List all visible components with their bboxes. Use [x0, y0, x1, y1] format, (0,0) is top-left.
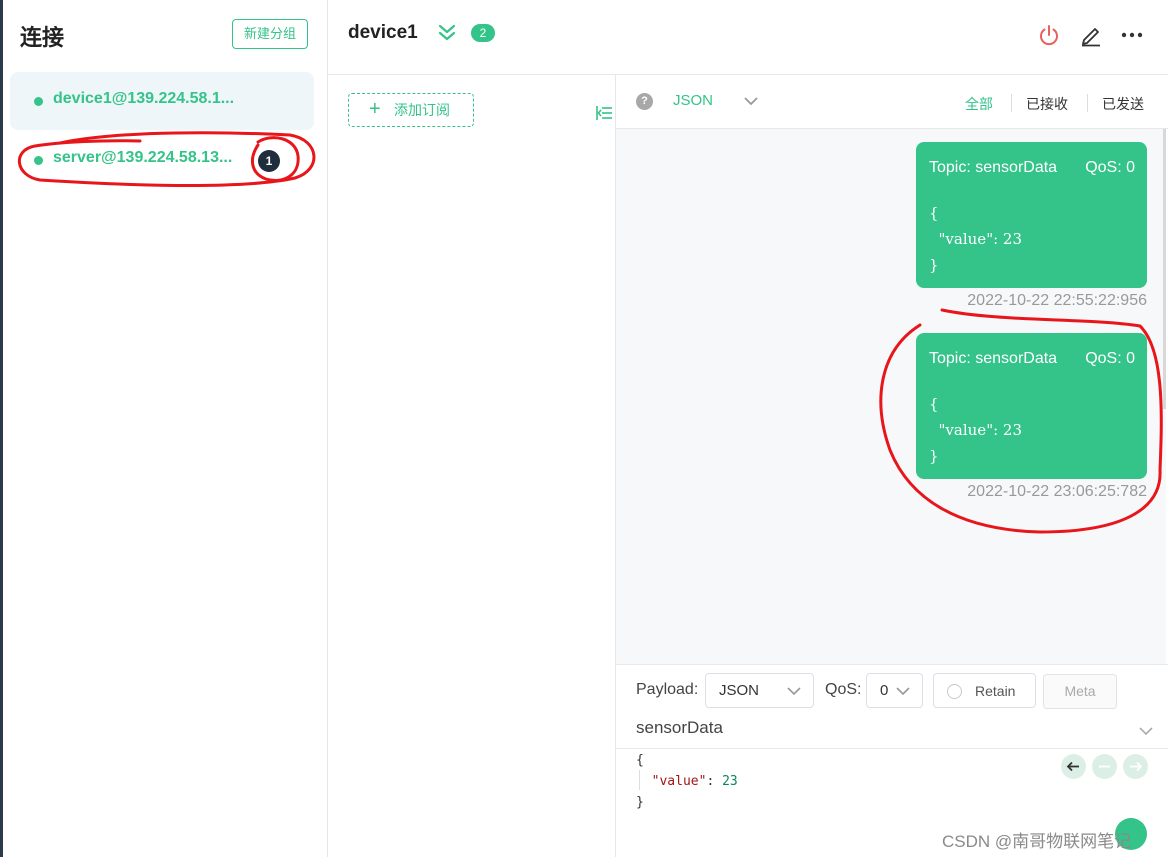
power-icon[interactable] — [1037, 23, 1061, 47]
chevron-down-icon — [787, 687, 801, 696]
indent-guide — [639, 770, 640, 790]
topic-input[interactable]: sensorData — [636, 718, 723, 738]
unread-badge: 1 — [258, 150, 280, 172]
add-subscription-label: 添加订阅 — [394, 102, 450, 118]
new-group-button[interactable]: 新建分组 — [232, 19, 308, 49]
connection-title: device1 — [348, 22, 418, 43]
retain-label: Retain — [975, 683, 1016, 699]
qos-select[interactable]: 0 — [866, 673, 923, 708]
status-dot-icon — [34, 156, 43, 165]
editor-text: } — [636, 795, 644, 810]
arrow-right-icon — [1130, 761, 1143, 772]
message-qos: QoS: 0 — [1085, 159, 1135, 176]
qos-label: QoS: — [825, 681, 862, 698]
payload-label: Payload: — [636, 681, 699, 698]
connection-item-device1[interactable]: device1@139.224.58.1... — [10, 72, 314, 130]
message-qos: QoS: 0 — [1085, 350, 1135, 367]
help-icon[interactable]: ? — [636, 93, 653, 110]
expand-icon[interactable] — [436, 22, 458, 44]
divider — [616, 748, 1168, 749]
meta-button[interactable]: Meta — [1043, 674, 1117, 709]
divider — [1011, 94, 1012, 112]
radio-circle-icon — [947, 684, 962, 699]
connection-name: device1@139.224.58.1... — [53, 90, 235, 107]
editor-colon: : — [706, 774, 723, 789]
message-payload: { "value": 23 } — [929, 395, 1022, 465]
message-topic: Topic: sensorData — [929, 159, 1058, 176]
history-clear-button[interactable] — [1092, 754, 1117, 779]
history-forward-button[interactable] — [1123, 754, 1148, 779]
chevron-down-icon — [896, 687, 910, 696]
message-bubble[interactable]: Topic: sensorData QoS: 0 { "value": 23 } — [916, 333, 1147, 479]
chevron-down-icon[interactable] — [743, 94, 759, 108]
watermark: CSDN @南哥物联网笔记 — [942, 832, 1132, 851]
arrow-left-icon — [1066, 761, 1079, 772]
message-count-badge: 2 — [471, 24, 495, 42]
message-time: 2022-10-22 23:06:25:782 — [967, 483, 1147, 500]
connection-name: server@139.224.58.13... — [53, 149, 233, 166]
payload-type-value: JSON — [719, 682, 760, 699]
divider — [1087, 94, 1088, 112]
scrollbar[interactable] — [1163, 129, 1166, 409]
message-bubble[interactable]: Topic: sensorData QoS: 0 { "value": 23 } — [916, 142, 1147, 288]
qos-value: 0 — [880, 682, 889, 699]
filter-tab-all[interactable]: 全部 — [965, 94, 993, 114]
edit-icon[interactable] — [1079, 23, 1103, 47]
payload-format-select[interactable]: JSON — [673, 92, 713, 109]
editor-number: 23 — [722, 774, 738, 789]
message-payload: { "value": 23 } — [929, 204, 1022, 274]
collapse-panel-icon[interactable] — [594, 103, 614, 123]
more-icon[interactable] — [1120, 23, 1144, 47]
connections-title: 连接 — [20, 25, 65, 50]
payload-editor[interactable]: { "value": 23 } — [636, 750, 738, 813]
filter-tab-sent[interactable]: 已发送 — [1102, 94, 1144, 114]
plus-icon: + — [369, 98, 381, 120]
editor-key: "value" — [651, 774, 707, 789]
message-topic: Topic: sensorData — [929, 350, 1058, 367]
filter-tab-received[interactable]: 已接收 — [1026, 94, 1068, 114]
minus-icon — [1099, 765, 1110, 768]
subscriptions-panel — [328, 75, 616, 857]
retain-checkbox[interactable]: Retain — [933, 673, 1036, 708]
message-time: 2022-10-22 22:55:22:956 — [967, 292, 1147, 309]
history-back-button[interactable] — [1061, 754, 1086, 779]
status-dot-icon — [34, 97, 43, 106]
add-subscription-button[interactable]: + 添加订阅 — [348, 93, 474, 127]
payload-type-select[interactable]: JSON — [705, 673, 814, 708]
chevron-down-icon[interactable] — [1138, 725, 1154, 737]
editor-text: { — [636, 753, 644, 768]
